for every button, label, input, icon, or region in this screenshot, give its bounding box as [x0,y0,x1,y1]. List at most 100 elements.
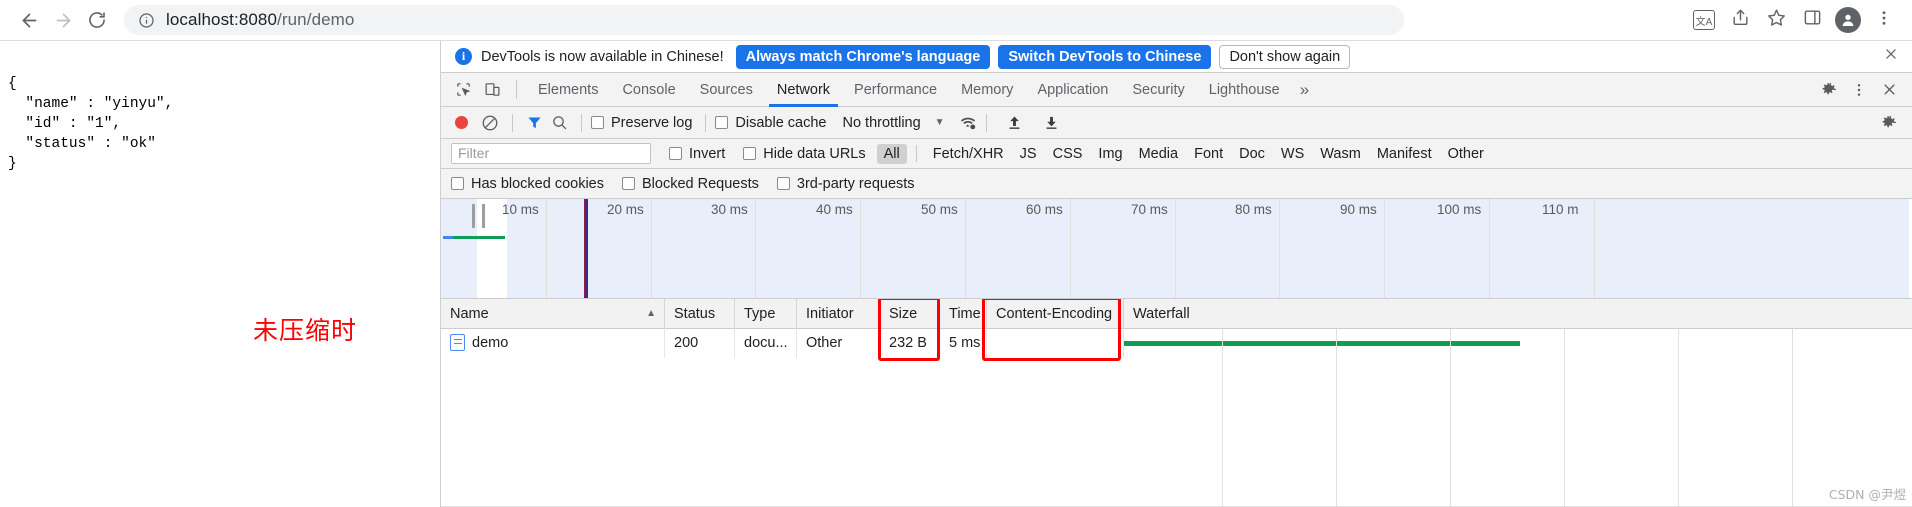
devtools-close-icon[interactable] [1874,76,1904,104]
hide-data-urls-checkbox[interactable]: Hide data URLs [743,145,866,162]
site-info-icon[interactable] [138,12,155,29]
filter-input[interactable]: Filter [451,143,651,164]
tab-lighthouse[interactable]: Lighthouse [1197,73,1292,107]
tab-sources[interactable]: Sources [688,73,765,107]
toolbar-divider-3 [705,113,707,132]
network-toolbar-right [1874,109,1912,137]
invert-checkbox[interactable]: Invert [669,146,725,162]
tab-application[interactable]: Application [1025,73,1120,107]
column-header-waterfall[interactable]: Waterfall [1124,299,1524,329]
devtools-language-notice: i DevTools is now available in Chinese! … [441,41,1912,73]
devtools-tab-bar: Elements Console Sources Network Perform… [441,73,1912,107]
gear-icon[interactable] [1814,76,1844,104]
search-icon[interactable] [546,114,572,131]
translate-button[interactable]: 文A [1688,4,1720,36]
profile-button[interactable] [1832,4,1864,36]
has-blocked-cookies-label: Has blocked cookies [471,175,604,192]
chevron-down-icon[interactable]: ▼ [935,117,945,128]
side-panel-button[interactable] [1796,4,1828,36]
tab-performance[interactable]: Performance [842,73,949,107]
viewport-split: { "name" : "yinyu", "id" : "1", "status"… [0,41,1912,507]
download-har-icon[interactable] [1043,114,1060,131]
column-header-time[interactable]: Time [940,299,987,329]
bookmark-button[interactable] [1760,4,1792,36]
tab-elements[interactable]: Elements [526,73,610,107]
hide-data-urls-label: Hide data URLs [763,145,866,162]
has-blocked-cookies-checkbox[interactable]: Has blocked cookies [451,176,604,192]
filter-funnel-icon[interactable] [522,114,546,131]
devtools-more-icon[interactable] [1844,76,1874,104]
tab-overflow-button[interactable]: » [1292,80,1317,100]
address-bar[interactable]: localhost:8080/run/demo [124,5,1404,35]
column-header-initiator[interactable]: Initiator [797,299,880,329]
timeline-tick: 70 ms [1131,202,1168,217]
always-match-chrome-language-button[interactable]: Always match Chrome's language [735,44,991,69]
upload-har-icon[interactable] [1006,114,1023,131]
reload-button[interactable] [80,3,114,37]
blocked-requests-label: Blocked Requests [642,175,759,192]
switch-devtools-to-chinese-button[interactable]: Switch DevTools to Chinese [998,44,1212,69]
tab-security[interactable]: Security [1120,73,1196,107]
clear-icon[interactable] [477,114,503,132]
type-filter-ws[interactable]: WS [1274,144,1311,164]
browser-menu-button[interactable] [1868,4,1900,36]
checkbox-box [715,116,729,129]
column-header-name[interactable]: Name ▲ [441,299,665,329]
column-header-size[interactable]: Size [880,299,940,329]
blocked-requests-checkbox[interactable]: Blocked Requests [622,176,759,192]
tab-divider [516,80,517,99]
devtools-tabbar-actions [1814,76,1912,104]
back-button[interactable] [12,3,46,37]
cell-waterfall [1124,329,1524,358]
arrow-right-icon [53,10,74,31]
network-filter-bar-secondary: Has blocked cookies Blocked Requests 3rd… [441,169,1912,199]
cell-size: 232 B [880,329,940,358]
tab-network[interactable]: Network [765,73,842,107]
cell-name[interactable]: demo [441,329,665,358]
disable-cache-checkbox[interactable]: Disable cache [715,115,826,131]
device-toolbar-icon[interactable] [478,77,507,103]
timeline-tick: 30 ms [711,202,748,217]
invert-label: Invert [689,145,726,162]
network-toolbar: Preserve log Disable cache No throttling… [441,107,1912,139]
column-header-content-encoding[interactable]: Content-Encoding [987,299,1124,329]
inspect-element-icon[interactable] [449,77,478,103]
type-filter-media[interactable]: Media [1132,144,1186,164]
checkbox-box [776,177,790,190]
type-filter-doc[interactable]: Doc [1232,144,1272,164]
checkbox-box [622,177,635,190]
type-filter-other[interactable]: Other [1441,144,1491,164]
column-header-type[interactable]: Type [735,299,797,329]
checkbox-box [743,147,757,160]
wifi-settings-icon[interactable] [959,114,977,132]
type-filter-fetch-xhr[interactable]: Fetch/XHR [926,144,1011,164]
type-filter-font[interactable]: Font [1187,144,1230,164]
record-stop-icon[interactable] [455,116,468,129]
cell-initiator: Other [797,329,880,358]
type-filter-css[interactable]: CSS [1046,144,1090,164]
column-header-status[interactable]: Status [665,299,735,329]
share-button[interactable] [1724,4,1756,36]
timeline-tick: 80 ms [1235,202,1272,217]
csdn-watermark: CSDN @尹煜 [1828,487,1906,502]
annotation-uncompressed: 未压缩时 [253,316,358,345]
arrow-left-icon [19,10,40,31]
throttling-select[interactable]: No throttling [842,115,920,131]
type-filter-js[interactable]: JS [1013,144,1044,164]
type-filter-all[interactable]: All [876,143,907,164]
type-filter-manifest[interactable]: Manifest [1370,144,1439,164]
dont-show-again-button[interactable]: Don't show again [1219,44,1351,69]
preserve-log-checkbox[interactable]: Preserve log [591,115,692,131]
network-settings-gear-icon[interactable] [1874,109,1904,137]
tab-console[interactable]: Console [610,73,687,107]
timeline-tick: 60 ms [1026,202,1063,217]
third-party-requests-checkbox[interactable]: 3rd-party requests [776,176,915,192]
tab-memory[interactable]: Memory [949,73,1025,107]
forward-button[interactable] [46,3,80,37]
type-filter-wasm[interactable]: Wasm [1313,144,1368,164]
network-overview-timeline[interactable]: 10 ms 20 ms 30 ms 40 ms 50 ms 60 ms 70 m… [441,199,1912,299]
close-notice-icon[interactable] [1876,47,1906,66]
table-row[interactable]: demo 200 docu... Other 232 B 5 ms [441,329,1912,358]
type-filter-img[interactable]: Img [1091,144,1129,164]
star-icon [1767,8,1786,32]
